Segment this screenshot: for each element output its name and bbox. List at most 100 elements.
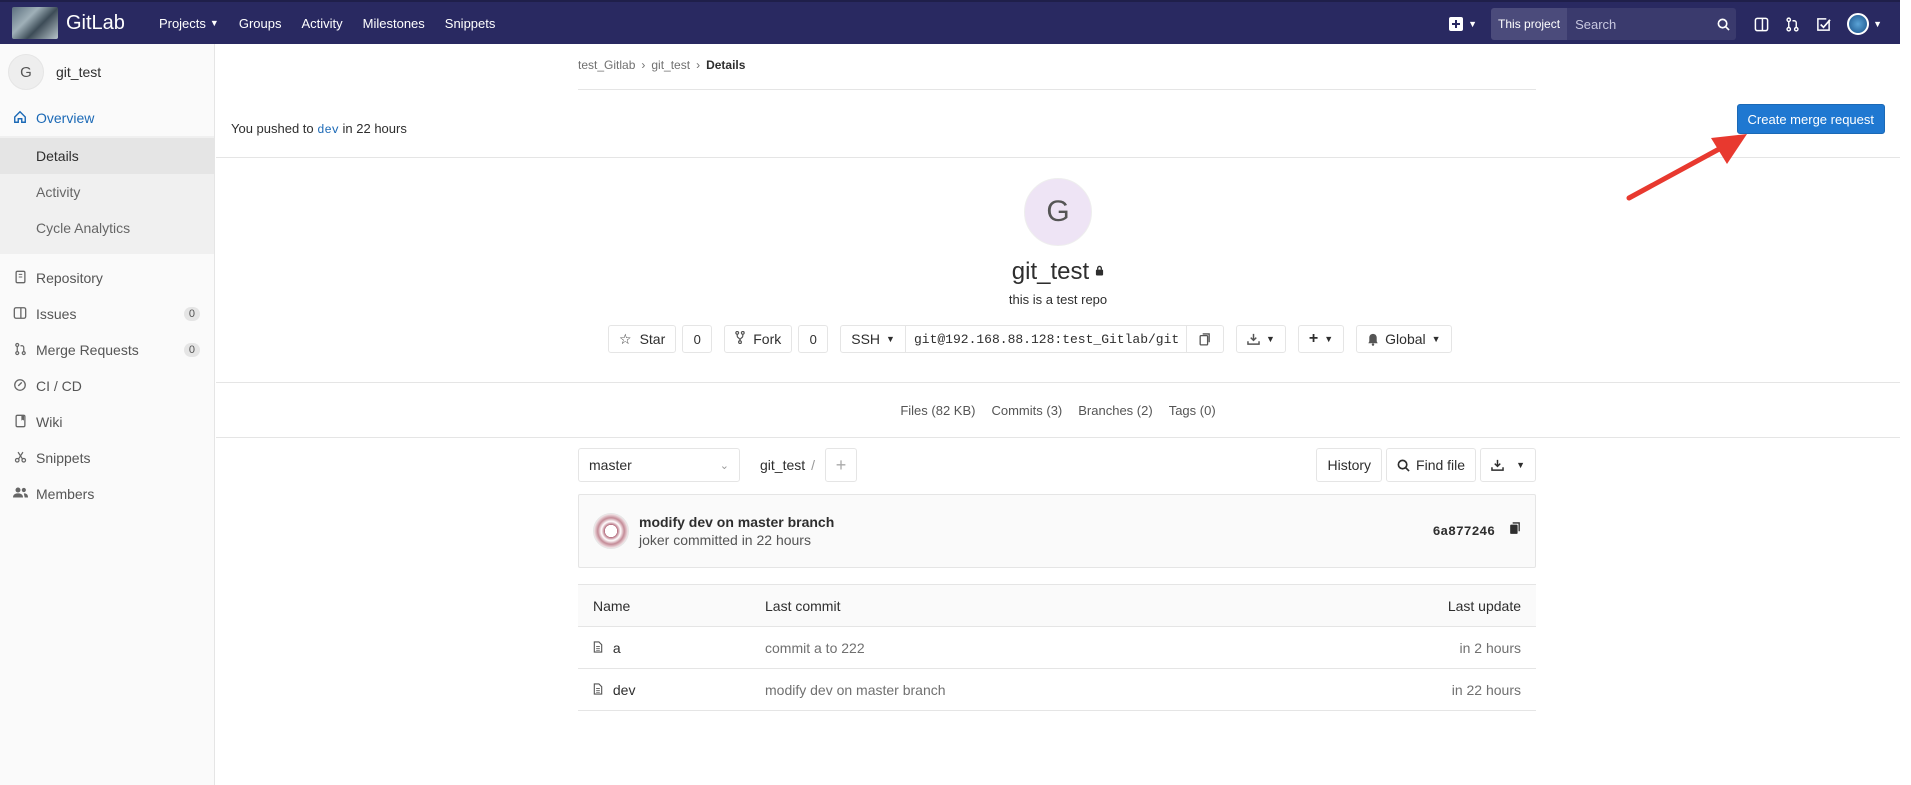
- merge-requests-count-badge: 0: [183, 343, 200, 357]
- tree-path: git_test /: [760, 457, 816, 473]
- search-scope-badge[interactable]: This project: [1491, 8, 1568, 40]
- sidebar-subitem-activity[interactable]: Activity: [0, 174, 214, 210]
- breadcrumb: test_Gitlab › git_test › Details: [578, 58, 1536, 90]
- commit-sha-link[interactable]: 6a877246: [1433, 524, 1495, 539]
- annotation-arrow-icon: [1626, 134, 1747, 201]
- stats-files-link[interactable]: Files (82 KB): [900, 403, 975, 418]
- committer-avatar[interactable]: [593, 513, 629, 549]
- commit-title-link[interactable]: modify dev on master branch: [639, 514, 834, 530]
- sidebar-item-label: Repository: [36, 270, 103, 286]
- clone-url-input[interactable]: [905, 325, 1187, 353]
- add-new-dropdown[interactable]: + ▼: [1297, 325, 1345, 353]
- stats-branches-link[interactable]: Branches (2): [1078, 403, 1152, 418]
- download-archive-dropdown[interactable]: ▼: [1480, 448, 1536, 482]
- table-row: dev modify dev on master branch in 22 ho…: [578, 668, 1536, 711]
- sidebar-subitem-details[interactable]: Details: [0, 138, 214, 174]
- file-last-commit-link[interactable]: commit a to 222: [750, 626, 1278, 669]
- stats-commits-link[interactable]: Commits (3): [991, 403, 1062, 418]
- search-input[interactable]: [1567, 8, 1711, 40]
- brand-name: GitLab: [66, 11, 125, 34]
- chevron-down-icon: ▼: [1265, 334, 1275, 344]
- nav-snippets[interactable]: Snippets: [445, 16, 496, 31]
- sidebar-item-wiki[interactable]: Wiki: [0, 404, 214, 440]
- breadcrumb-group-link[interactable]: test_Gitlab: [578, 58, 635, 72]
- scissors-icon: [12, 450, 28, 467]
- star-icon: ☆: [619, 330, 632, 347]
- user-avatar: [1847, 13, 1870, 35]
- fork-icon: [735, 330, 746, 347]
- find-file-button[interactable]: Find file: [1386, 448, 1477, 482]
- search-icon[interactable]: [1710, 8, 1737, 40]
- commit-meta: joker committed in 22 hours: [639, 532, 811, 548]
- star-button[interactable]: ☆ Star: [608, 325, 677, 353]
- file-name-cell[interactable]: dev: [578, 668, 750, 711]
- tree-path-root-link[interactable]: git_test: [760, 457, 805, 473]
- new-item-dropdown[interactable]: ▼: [1448, 16, 1477, 32]
- project-stats-bar: Files (82 KB) Commits (3) Branches (2) T…: [216, 382, 1900, 438]
- file-last-update: in 22 hours: [1277, 668, 1536, 711]
- copy-url-button[interactable]: [1186, 325, 1224, 353]
- tree-controls: master ⌄ git_test / + History Find file ▼: [578, 447, 1536, 483]
- download-icon: [1491, 459, 1504, 471]
- pushed-branch-link[interactable]: dev: [317, 123, 339, 137]
- sidebar-item-members[interactable]: Members: [0, 476, 214, 512]
- todo-check-icon[interactable]: [1816, 17, 1831, 32]
- gitlab-logo[interactable]: GitLab: [12, 1, 125, 45]
- stats-tags-link[interactable]: Tags (0): [1169, 403, 1216, 418]
- sidebar-subitem-cycle-analytics[interactable]: Cycle Analytics: [0, 210, 214, 246]
- project-description: this is a test repo: [1008, 292, 1108, 307]
- lock-icon: [1095, 265, 1104, 279]
- download-dropdown[interactable]: ▼: [1235, 325, 1286, 353]
- add-to-tree-button[interactable]: +: [825, 448, 858, 482]
- fork-count[interactable]: 0: [798, 325, 829, 353]
- file-name-cell[interactable]: a: [578, 626, 750, 669]
- column-header-last-commit: Last commit: [750, 584, 1278, 627]
- table-row: a commit a to 222 in 2 hours: [578, 626, 1536, 669]
- sidebar-item-overview[interactable]: Overview: [0, 100, 214, 136]
- star-count[interactable]: 0: [682, 325, 713, 353]
- commit-sha: 6a877246: [1433, 522, 1521, 540]
- sidebar-item-merge-requests[interactable]: Merge Requests 0: [0, 332, 214, 368]
- merge-request-icon[interactable]: [1785, 16, 1800, 32]
- sidebar-project-header[interactable]: G git_test: [0, 52, 214, 92]
- sidebar-item-label: Snippets: [36, 450, 91, 466]
- copy-icon[interactable]: [1509, 522, 1521, 540]
- chevron-down-icon: ▼: [1468, 19, 1478, 29]
- clone-protocol-dropdown[interactable]: SSH ▼: [840, 325, 906, 353]
- wiki-icon: [12, 414, 28, 431]
- sidebar-item-snippets[interactable]: Snippets: [0, 440, 214, 476]
- chevron-down-icon: ▼: [1516, 460, 1525, 470]
- file-name-link[interactable]: dev: [613, 682, 636, 698]
- nav-projects[interactable]: Projects ▼: [159, 16, 219, 31]
- nav-milestones[interactable]: Milestones: [363, 16, 425, 31]
- project-sidebar: G git_test Overview Details Activity Cyc…: [0, 44, 215, 785]
- nav-groups[interactable]: Groups: [239, 16, 282, 31]
- sidebar-item-ci-cd[interactable]: CI / CD: [0, 368, 214, 404]
- table-header-row: Name Last commit Last update: [578, 584, 1536, 627]
- home-icon: [12, 110, 28, 127]
- fork-button[interactable]: Fork: [724, 325, 793, 353]
- breadcrumb-project-link[interactable]: git_test: [651, 58, 690, 72]
- download-icon: [1247, 333, 1260, 345]
- file-last-update: in 2 hours: [1277, 626, 1536, 669]
- branch-select-dropdown[interactable]: master ⌄: [578, 448, 740, 482]
- sidebar-item-label: Issues: [36, 306, 77, 322]
- plus-icon: +: [1308, 330, 1319, 347]
- sidebar-toggle-icon[interactable]: [1754, 17, 1769, 32]
- breadcrumb-current[interactable]: Details: [706, 58, 745, 72]
- chevron-down-icon: ▼: [886, 334, 895, 344]
- sidebar-item-repository[interactable]: Repository: [0, 260, 214, 296]
- chevron-down-icon: ▼: [1873, 19, 1882, 29]
- file-icon: [593, 640, 603, 656]
- chevron-down-icon: ⌄: [719, 459, 729, 472]
- nav-activity[interactable]: Activity: [301, 16, 342, 31]
- file-name-link[interactable]: a: [613, 640, 621, 656]
- notification-dropdown[interactable]: Global ▼: [1356, 325, 1452, 353]
- user-menu[interactable]: ▼: [1847, 13, 1882, 35]
- sidebar-item-issues[interactable]: Issues 0: [0, 296, 214, 332]
- project-title: git_test: [216, 258, 1900, 286]
- sidebar-item-label: CI / CD: [36, 378, 82, 394]
- history-button[interactable]: History: [1316, 448, 1383, 482]
- copy-icon: [1199, 332, 1210, 346]
- file-last-commit-link[interactable]: modify dev on master branch: [750, 668, 1278, 711]
